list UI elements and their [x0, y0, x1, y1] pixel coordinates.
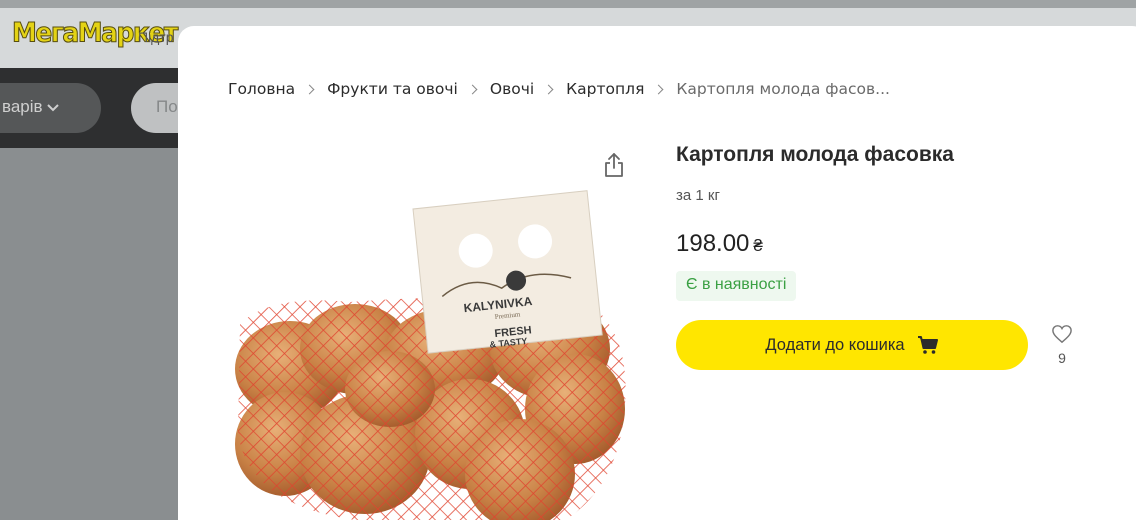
support-link[interactable]: Підтр [138, 29, 174, 45]
add-to-cart-label: Додати до кошика [765, 335, 905, 354]
product-unit: за 1 кг [676, 187, 720, 204]
chevron-right-icon [543, 84, 554, 94]
product-price: 198.00 ₴ [676, 230, 763, 258]
favorites-count: 9 [1058, 350, 1066, 366]
price-value: 198.00 [676, 230, 750, 257]
availability-badge: Є в наявності [676, 271, 797, 301]
cart-icon [917, 335, 939, 355]
price-currency: ₴ [753, 236, 763, 255]
chevron-right-icon [467, 84, 478, 94]
breadcrumb-potatoes[interactable]: Картопля [566, 80, 644, 98]
catalog-button-label: варів [2, 97, 43, 116]
breadcrumb-current: Картопля молода фасов... [676, 80, 890, 98]
chevron-right-icon [304, 84, 315, 94]
chevron-right-icon [653, 84, 664, 94]
site-header-strip [0, 0, 1136, 8]
search-placeholder: По [156, 97, 178, 116]
product-image[interactable]: KALYNIVKA Premium FRESH & TASTY [230, 174, 630, 520]
package-label: KALYNIVKA Premium FRESH & TASTY [412, 190, 603, 354]
catalog-button[interactable]: варів [0, 83, 101, 133]
breadcrumb-fruits-vegetables[interactable]: Фрукти та овочі [327, 80, 458, 98]
heart-icon[interactable] [1050, 324, 1074, 348]
breadcrumb-vegetables[interactable]: Овочі [490, 80, 534, 98]
product-title: Картопля молода фасовка [676, 143, 954, 166]
chevron-down-icon [46, 101, 59, 115]
product-modal: Головна Фрукти та овочі Овочі Картопля К… [178, 26, 1136, 520]
add-to-cart-button[interactable]: Додати до кошика [676, 320, 1028, 370]
breadcrumb: Головна Фрукти та овочі Овочі Картопля К… [228, 80, 890, 98]
breadcrumb-home[interactable]: Головна [228, 80, 295, 98]
